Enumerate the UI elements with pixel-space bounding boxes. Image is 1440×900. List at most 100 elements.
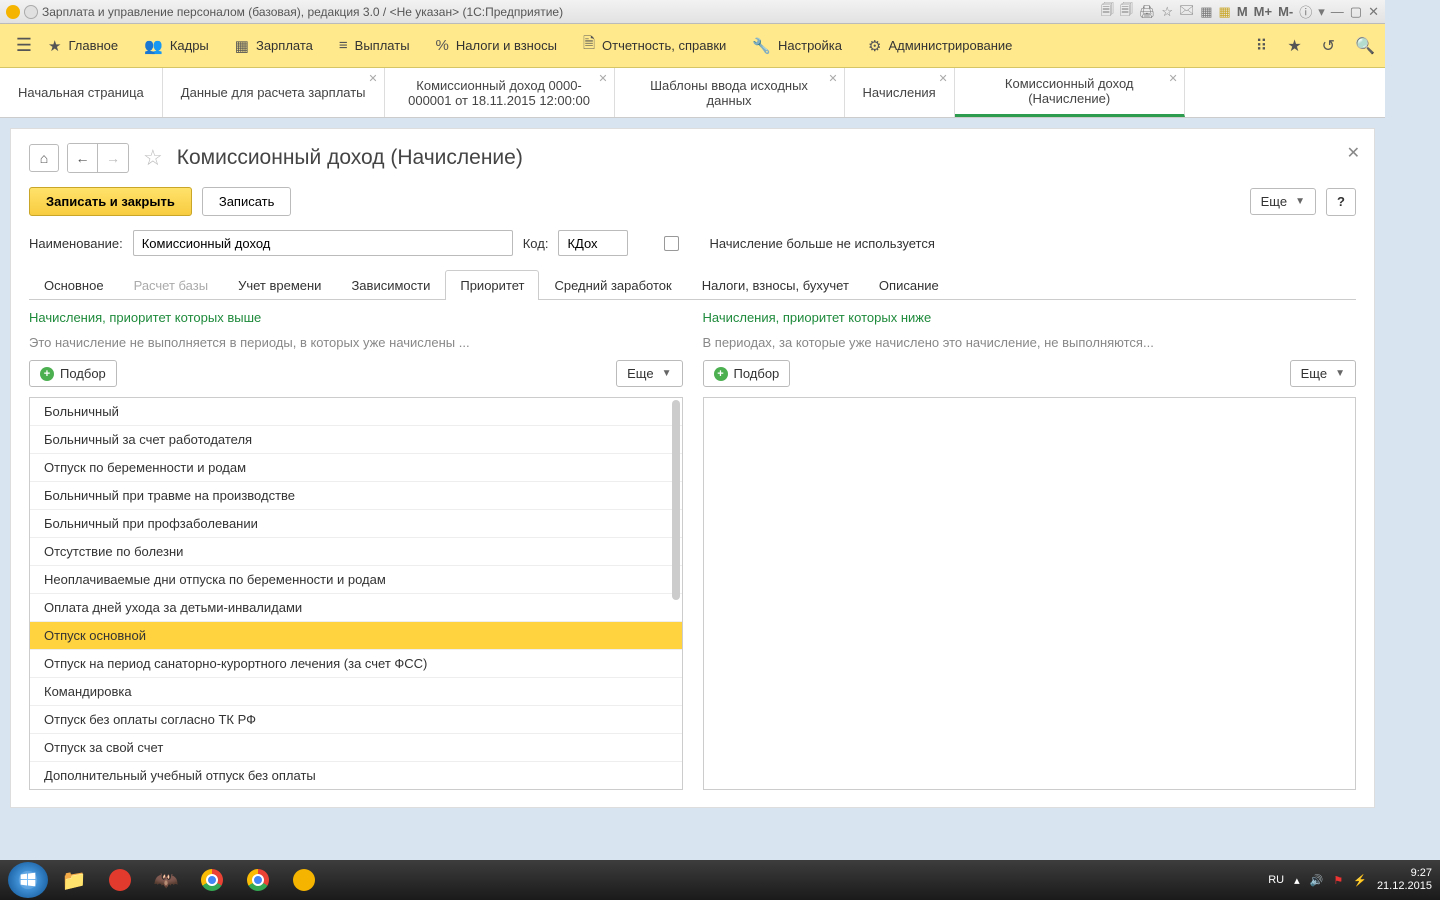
inner-tab[interactable]: Приоритет: [445, 270, 539, 300]
help-button[interactable]: ?: [1326, 188, 1356, 216]
info-icon[interactable]: ⓘ: [1299, 2, 1312, 21]
list-item[interactable]: Отпуск на период санаторно-курортного ле…: [30, 650, 682, 678]
1c-icon[interactable]: [284, 864, 324, 896]
star-icon[interactable]: ★: [1287, 36, 1301, 56]
tab-label: Комиссионный доход (Начисление): [973, 76, 1166, 106]
menu-item[interactable]: ⚙Администрирование: [868, 33, 1012, 58]
lang-indicator[interactable]: RU: [1268, 874, 1284, 886]
document-tab[interactable]: Данные для расчета зарплаты✕: [163, 68, 385, 117]
document-tab[interactable]: Комиссионный доход (Начисление)✕: [955, 68, 1185, 117]
more-button[interactable]: Еще ▼: [1250, 188, 1316, 215]
tool-icon[interactable]: 🖨: [1139, 4, 1156, 20]
explorer-icon[interactable]: 📁: [54, 864, 94, 896]
tool-icon[interactable]: 🗐: [1101, 1, 1114, 23]
close-icon[interactable]: ✕: [938, 72, 947, 85]
menu-item[interactable]: 🗎Отчетность, справки: [583, 33, 726, 58]
chrome-icon-2[interactable]: [238, 864, 278, 896]
list-item[interactable]: Оплата дней ухода за детьми-инвалидами: [30, 594, 682, 622]
inner-tab[interactable]: Описание: [864, 270, 954, 300]
list-item[interactable]: Отсутствие по болезни: [30, 538, 682, 566]
inner-tab[interactable]: Налоги, взносы, бухучет: [687, 270, 864, 300]
save-button[interactable]: Записать: [202, 187, 292, 216]
action-row: Записать и закрыть Записать Еще ▼ ?: [29, 187, 1356, 216]
caret-down-icon: ▼: [1295, 196, 1305, 207]
menu-item[interactable]: ▦Зарплата: [235, 33, 313, 58]
m-button[interactable]: M: [1237, 4, 1248, 19]
list-item[interactable]: Отпуск без оплаты согласно ТК РФ: [30, 706, 682, 734]
pick-button[interactable]: + Подбор: [703, 360, 791, 387]
minimize-icon[interactable]: —: [1331, 4, 1344, 19]
opera-icon[interactable]: [100, 864, 140, 896]
menu-item[interactable]: ★Главное: [48, 33, 118, 58]
not-used-checkbox[interactable]: [664, 236, 679, 251]
app-icon[interactable]: 🦇: [146, 864, 186, 896]
history-icon[interactable]: ↺: [1322, 36, 1335, 56]
tray-arrow-icon[interactable]: ▴: [1294, 874, 1300, 887]
search-icon[interactable]: 🔍: [1355, 36, 1375, 56]
pick-button[interactable]: + Подбор: [29, 360, 117, 387]
favorite-icon[interactable]: ☆: [143, 145, 163, 171]
document-tab[interactable]: Шаблоны ввода исходных данных✕: [615, 68, 845, 117]
caret-down-icon[interactable]: ▾: [1318, 4, 1325, 20]
clock[interactable]: 9:27 21.12.2015: [1377, 867, 1432, 893]
list-item[interactable]: Командировка: [30, 678, 682, 706]
lower-priority-list[interactable]: [703, 397, 1357, 790]
m-minus-button[interactable]: M-: [1278, 4, 1293, 19]
menu-icon: ≡: [339, 37, 348, 54]
burger-icon[interactable]: ☰: [10, 35, 38, 56]
tool-icon[interactable]: 🗐: [1120, 1, 1133, 23]
menu-icon: 🗎: [583, 33, 595, 58]
tool-icon[interactable]: ▦: [1219, 4, 1231, 20]
more-button-right[interactable]: Еще ▼: [1290, 360, 1356, 387]
close-icon[interactable]: ✕: [368, 72, 377, 85]
code-label: Код:: [523, 236, 549, 251]
dropdown-icon[interactable]: [24, 5, 38, 19]
higher-priority-list[interactable]: БольничныйБольничный за счет работодател…: [29, 397, 683, 790]
home-button[interactable]: ⌂: [29, 144, 59, 172]
start-button[interactable]: [8, 862, 48, 898]
close-icon[interactable]: ✕: [1168, 72, 1177, 85]
close-icon[interactable]: ✕: [598, 72, 607, 85]
document-tab[interactable]: Начальная страница: [0, 68, 163, 117]
tray-icon[interactable]: ⚡: [1353, 874, 1367, 887]
col-desc: В периодах, за которые уже начислено это…: [703, 335, 1357, 350]
tool-icon[interactable]: 🖂: [1179, 1, 1194, 23]
list-item[interactable]: Отпуск основной: [30, 622, 682, 650]
save-close-button[interactable]: Записать и закрыть: [29, 187, 192, 216]
document-tab[interactable]: Комиссионный доход 0000-000001 от 18.11.…: [385, 68, 615, 117]
tool-icon[interactable]: ☆: [1161, 4, 1173, 20]
close-page-icon[interactable]: ✕: [1347, 143, 1360, 163]
menu-item[interactable]: 👥Кадры: [144, 33, 209, 58]
menu-item[interactable]: %Налоги и взносы: [436, 33, 557, 58]
back-button[interactable]: ←: [68, 144, 98, 172]
tool-icon[interactable]: ▦: [1200, 4, 1212, 20]
list-item[interactable]: Больничный: [30, 398, 682, 426]
chrome-icon[interactable]: [192, 864, 232, 896]
inner-tab[interactable]: Учет времени: [223, 270, 336, 300]
inner-tab[interactable]: Средний заработок: [539, 270, 686, 300]
close-icon[interactable]: ✕: [828, 72, 837, 85]
maximize-icon[interactable]: ▢: [1350, 4, 1362, 20]
menu-icon: ★: [48, 37, 61, 55]
name-input[interactable]: [133, 230, 513, 256]
code-input[interactable]: [558, 230, 628, 256]
list-item[interactable]: Отпуск за свой счет: [30, 734, 682, 762]
list-item[interactable]: Отпуск по беременности и родам: [30, 454, 682, 482]
list-item[interactable]: Неоплачиваемые дни отпуска по беременнос…: [30, 566, 682, 594]
inner-tab[interactable]: Основное: [29, 270, 119, 300]
list-item[interactable]: Больничный при травме на производстве: [30, 482, 682, 510]
m-plus-button[interactable]: M+: [1254, 4, 1272, 19]
more-button-left[interactable]: Еще ▼: [616, 360, 682, 387]
close-icon[interactable]: ✕: [1368, 4, 1379, 20]
list-item[interactable]: Дополнительный учебный отпуск без оплаты: [30, 762, 682, 790]
menu-item[interactable]: ≡Выплаты: [339, 33, 410, 58]
menu-item[interactable]: 🔧Настройка: [752, 33, 842, 58]
scrollbar[interactable]: [672, 400, 680, 600]
inner-tab[interactable]: Зависимости: [336, 270, 445, 300]
list-item[interactable]: Больничный при профзаболевании: [30, 510, 682, 538]
document-tab[interactable]: Начисления✕: [845, 68, 955, 117]
list-item[interactable]: Больничный за счет работодателя: [30, 426, 682, 454]
volume-icon[interactable]: 🔊: [1310, 874, 1324, 887]
tray-icon[interactable]: ⚑: [1333, 874, 1343, 887]
grid-icon[interactable]: ⠿: [1256, 36, 1268, 56]
